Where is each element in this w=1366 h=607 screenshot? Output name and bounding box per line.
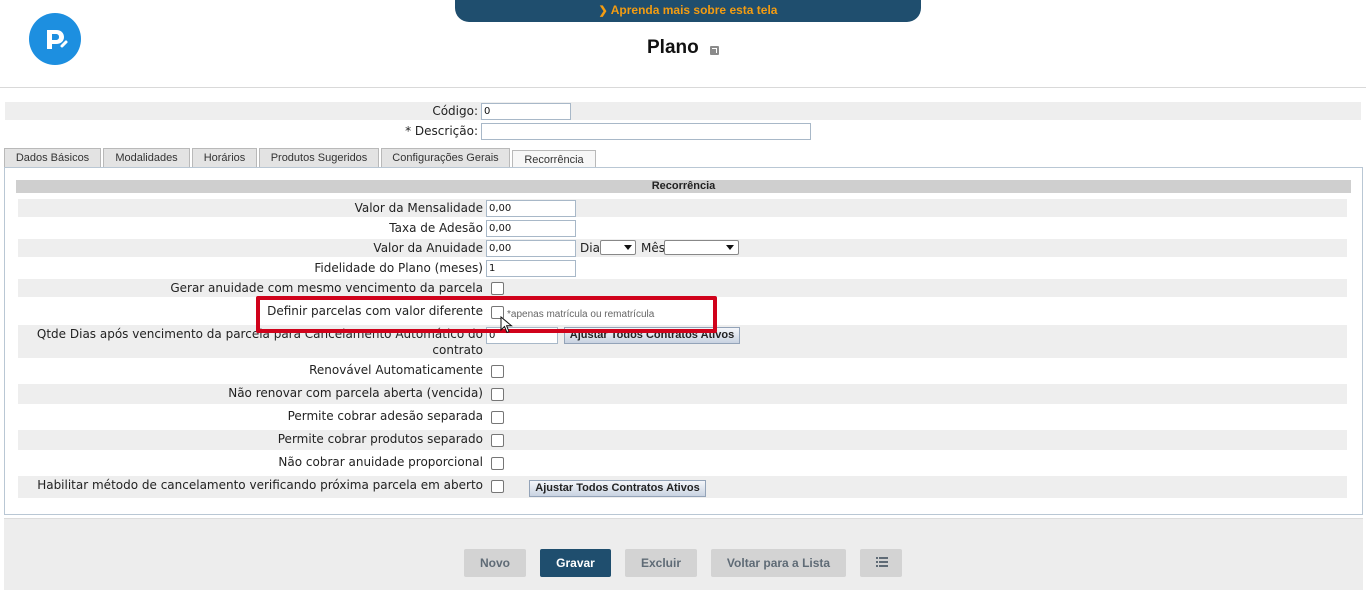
renovavel-label: Renovável Automaticamente bbox=[309, 363, 483, 377]
valor-anuidade-label: Valor da Anuidade bbox=[373, 241, 483, 255]
taxa-adesao-input[interactable] bbox=[486, 220, 576, 237]
page-header: ❯ Aprenda mais sobre esta tela Plano bbox=[0, 0, 1366, 88]
renovavel-checkbox[interactable] bbox=[491, 365, 504, 378]
codigo-row: Código: bbox=[5, 102, 1361, 120]
nao-cobrar-anuidade-label: Não cobrar anuidade proporcional bbox=[278, 455, 483, 469]
gerar-anuidade-label: Gerar anuidade com mesmo vencimento da p… bbox=[170, 281, 483, 295]
habilitar-cancelamento-row: Habilitar método de cancelamento verific… bbox=[18, 476, 1347, 498]
codigo-label: Código: bbox=[432, 104, 478, 118]
valor-anuidade-row: Valor da Anuidade Dia Mês bbox=[18, 239, 1347, 257]
fidelidade-label: Fidelidade do Plano (meses) bbox=[314, 261, 483, 275]
tab-configuracoes-gerais[interactable]: Configurações Gerais bbox=[381, 148, 510, 167]
nao-cobrar-anuidade-checkbox[interactable] bbox=[491, 457, 504, 470]
cobrar-adesao-checkbox[interactable] bbox=[491, 411, 504, 424]
taxa-adesao-label: Taxa de Adesão bbox=[389, 221, 483, 235]
nao-renovar-checkbox[interactable] bbox=[491, 388, 504, 401]
ajustar-contratos-button-2[interactable]: Ajustar Todos Contratos Ativos bbox=[529, 480, 706, 497]
tab-modalidades[interactable]: Modalidades bbox=[103, 148, 190, 167]
section-title: Recorrência bbox=[16, 180, 1351, 193]
gerar-anuidade-row: Gerar anuidade com mesmo vencimento da p… bbox=[18, 279, 1347, 297]
learn-more-banner[interactable]: ❯ Aprenda mais sobre esta tela bbox=[455, 0, 921, 22]
novo-button[interactable]: Novo bbox=[464, 549, 526, 577]
chevron-down-icon bbox=[624, 245, 632, 250]
tab-produtos-sugeridos[interactable]: Produtos Sugeridos bbox=[259, 148, 379, 167]
qtde-dias-label-2: contrato bbox=[432, 343, 483, 357]
fidelidade-input[interactable] bbox=[486, 260, 576, 277]
valor-mensalidade-row: Valor da Mensalidade bbox=[18, 199, 1347, 217]
valor-mensalidade-label: Valor da Mensalidade bbox=[354, 201, 483, 215]
valor-mensalidade-input[interactable] bbox=[486, 200, 576, 217]
chevron-down-icon bbox=[726, 245, 734, 250]
gerar-anuidade-checkbox[interactable] bbox=[491, 282, 504, 295]
cobrar-produtos-checkbox[interactable] bbox=[491, 434, 504, 447]
voltar-lista-button[interactable]: Voltar para a Lista bbox=[711, 549, 846, 577]
dia-select[interactable] bbox=[600, 240, 636, 255]
definir-parcelas-hint: *apenas matrícula ou rematrícula bbox=[507, 309, 655, 320]
chevron-down-icon: ❯ bbox=[598, 5, 608, 17]
learn-more-label: Aprenda mais sobre esta tela bbox=[610, 3, 778, 17]
gravar-button[interactable]: Gravar bbox=[540, 549, 611, 577]
external-link-icon[interactable] bbox=[710, 46, 719, 55]
cobrar-produtos-row: Permite cobrar produtos separado bbox=[18, 430, 1347, 450]
renovavel-row: Renovável Automaticamente bbox=[18, 362, 1347, 380]
cobrar-produtos-label: Permite cobrar produtos separado bbox=[277, 432, 483, 446]
excluir-button[interactable]: Excluir bbox=[625, 549, 697, 577]
mouse-cursor-icon bbox=[500, 316, 513, 334]
fidelidade-row: Fidelidade do Plano (meses) bbox=[18, 259, 1347, 277]
nao-renovar-label: Não renovar com parcela aberta (vencida) bbox=[228, 386, 483, 400]
nao-cobrar-anuidade-row: Não cobrar anuidade proporcional bbox=[18, 453, 1347, 473]
nao-renovar-row: Não renovar com parcela aberta (vencida) bbox=[18, 384, 1347, 404]
page-title: Plano bbox=[647, 37, 699, 58]
cobrar-adesao-row: Permite cobrar adesão separada bbox=[18, 407, 1347, 427]
logo-icon[interactable] bbox=[29, 13, 81, 65]
cobrar-adesao-label: Permite cobrar adesão separada bbox=[287, 409, 483, 423]
tab-dados-basicos[interactable]: Dados Básicos bbox=[4, 148, 101, 167]
list-view-button[interactable] bbox=[860, 549, 902, 577]
list-icon bbox=[876, 557, 888, 567]
codigo-input[interactable] bbox=[481, 103, 571, 120]
dia-label: Dia bbox=[580, 241, 600, 255]
habilitar-cancelamento-label: Habilitar método de cancelamento verific… bbox=[37, 478, 483, 492]
descricao-row: * Descrição: bbox=[5, 122, 1361, 140]
habilitar-cancelamento-checkbox[interactable] bbox=[491, 480, 504, 493]
mes-label: Mês bbox=[641, 241, 665, 255]
tab-horarios[interactable]: Horários bbox=[192, 148, 257, 167]
descricao-label: * Descrição: bbox=[405, 124, 478, 138]
valor-anuidade-input[interactable] bbox=[486, 240, 576, 257]
descricao-input[interactable] bbox=[481, 123, 811, 140]
taxa-adesao-row: Taxa de Adesão bbox=[18, 219, 1347, 237]
mes-select[interactable] bbox=[664, 240, 739, 255]
